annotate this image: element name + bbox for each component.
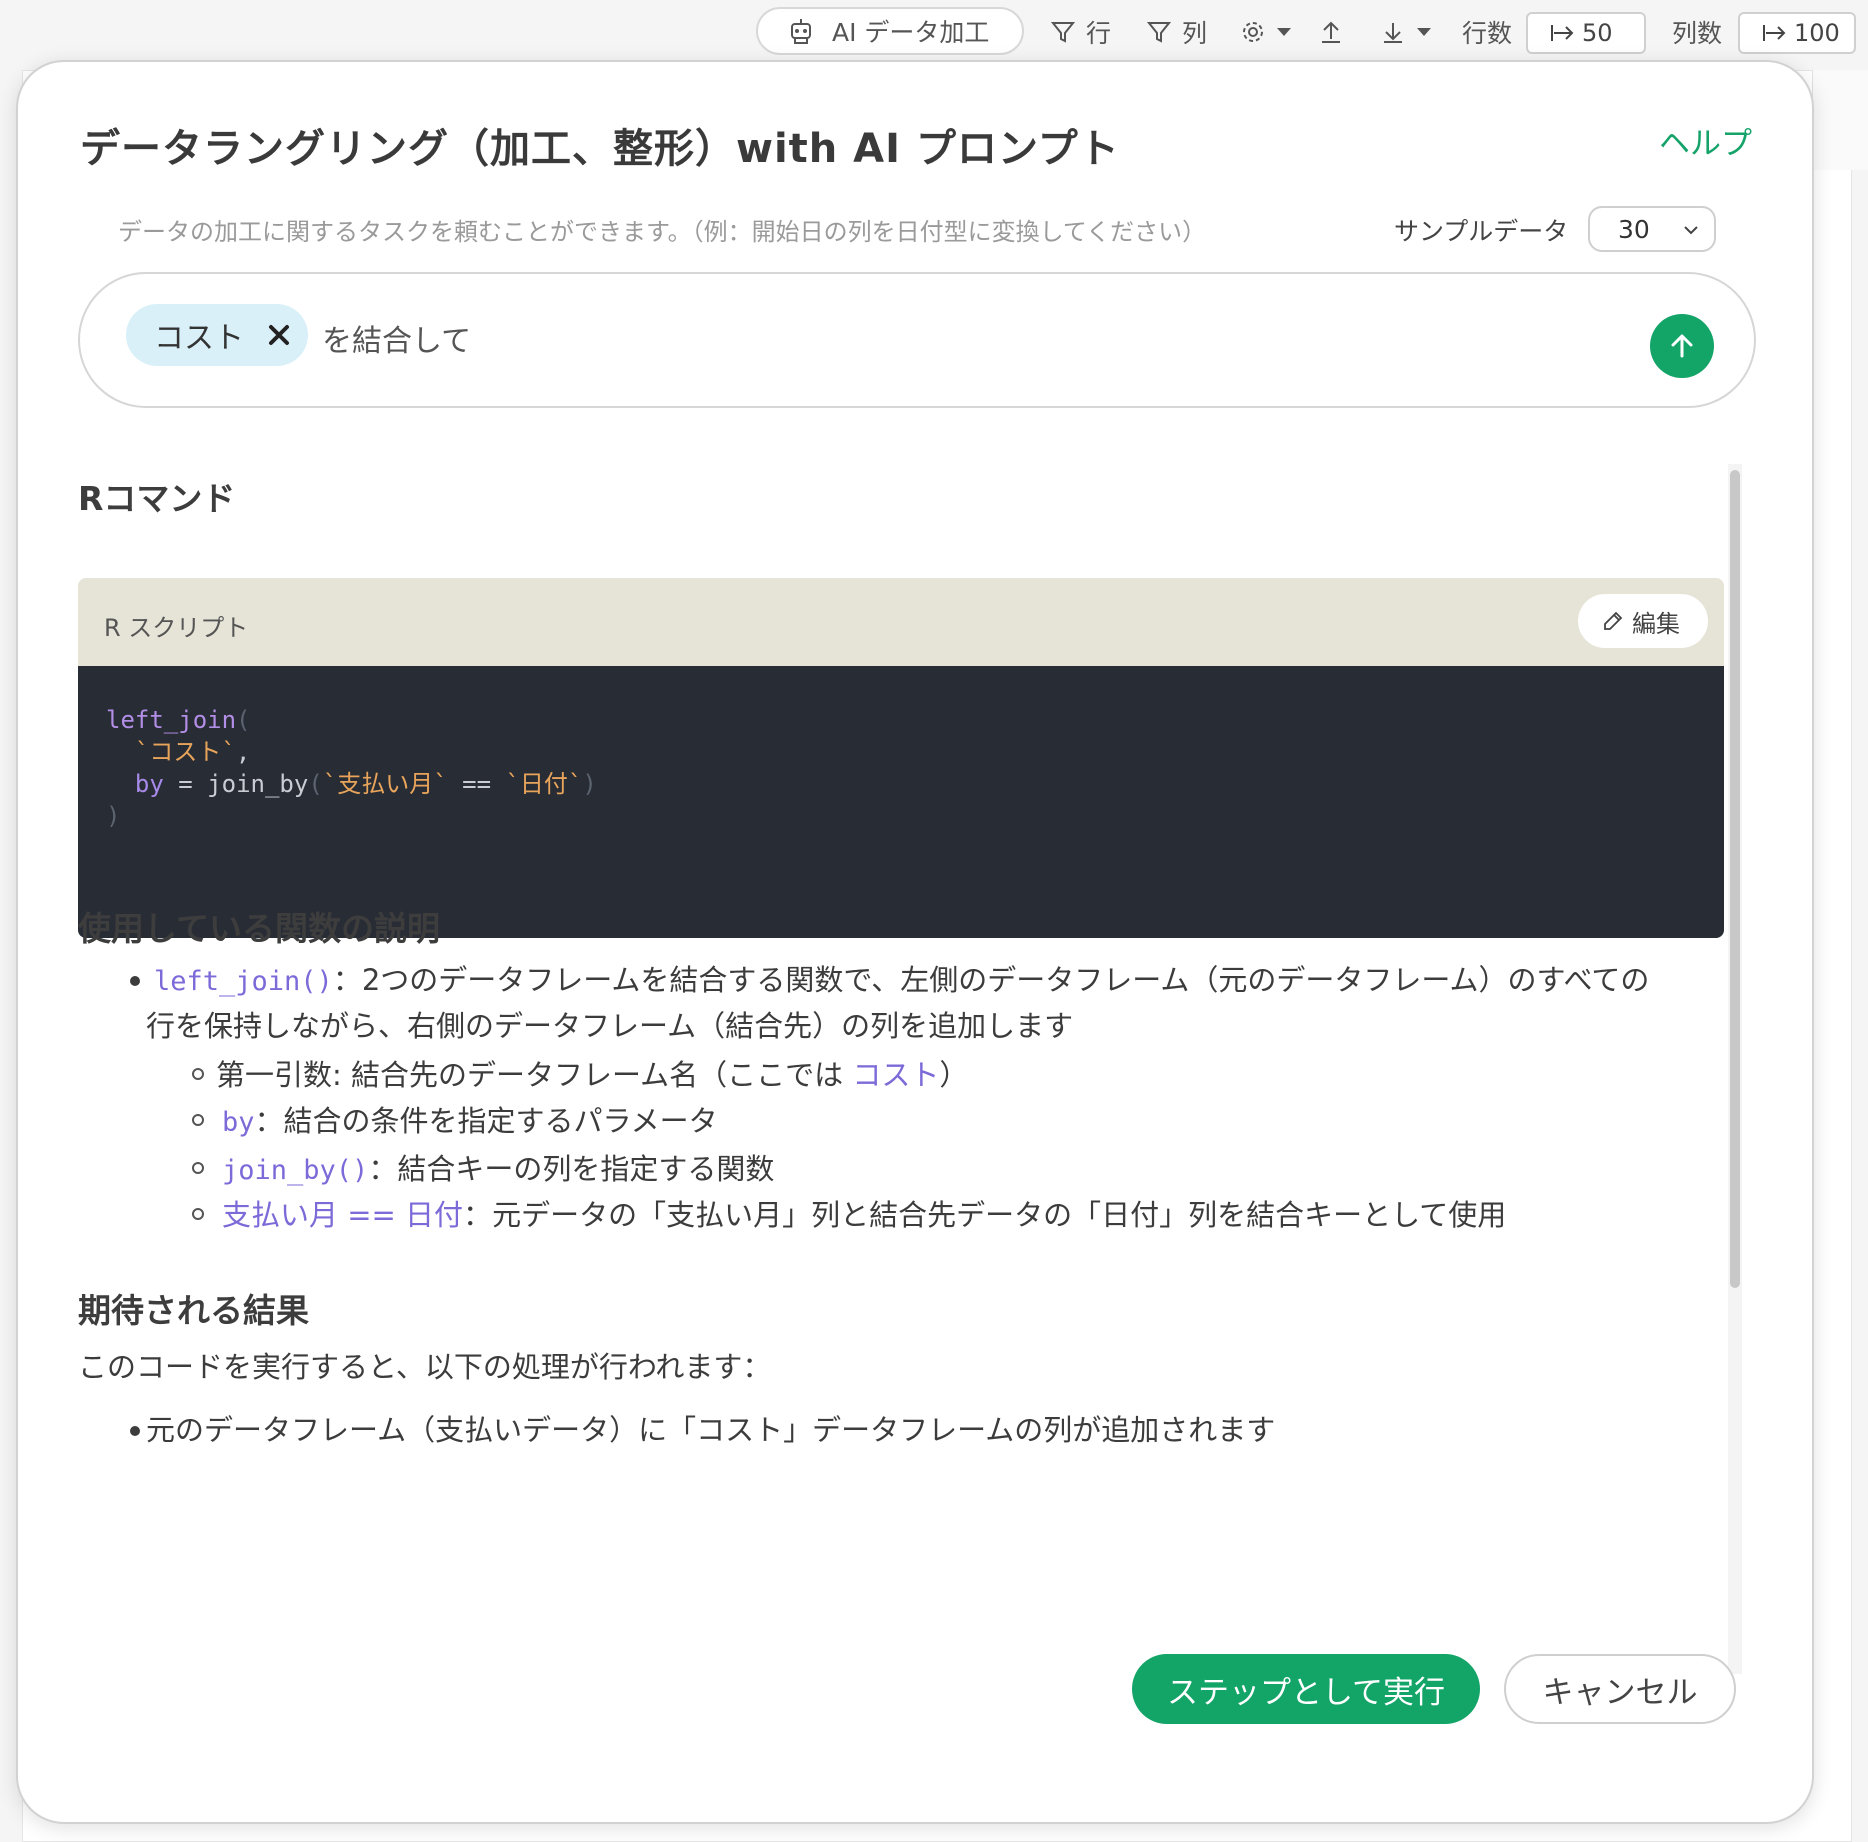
r-code-block[interactable]: left_join( `コスト`, by = join_by(`支払い月` ==… bbox=[78, 666, 1724, 938]
row-count-value: 50 bbox=[1582, 19, 1613, 47]
bullet-dot bbox=[130, 1426, 140, 1436]
response-content: Rコマンド R スクリプト 編集 left_join( `コスト`, by = … bbox=[78, 462, 1740, 1668]
column-filter-label: 列 bbox=[1182, 19, 1208, 48]
left-join-description-cont: 行を保持しながら、右側のデータフレーム（結合先）の列を追加します bbox=[146, 1009, 1074, 1043]
row-count-input[interactable]: 50 bbox=[1526, 12, 1646, 54]
column-filter-button[interactable]: 列 bbox=[1146, 12, 1207, 52]
upload-button[interactable] bbox=[1318, 12, 1354, 52]
ai-prompt-dialog: データラングリング（加工、整形）with AI プロンプト ヘルプ データの加工… bbox=[16, 60, 1814, 1824]
bullet-ring bbox=[192, 1068, 204, 1080]
bullet-ring bbox=[192, 1162, 204, 1174]
content-scrollbar-thumb[interactable] bbox=[1730, 470, 1740, 1288]
ai-button-label: AI データ加工 bbox=[832, 18, 990, 47]
prompt-text[interactable]: を結合して bbox=[322, 316, 471, 360]
run-as-step-button[interactable]: ステップとして実行 bbox=[1132, 1654, 1480, 1724]
filter-icon bbox=[1050, 22, 1076, 43]
caret-down-icon bbox=[1277, 28, 1291, 36]
edit-label: 編集 bbox=[1632, 609, 1680, 638]
help-link[interactable]: ヘルプ bbox=[1659, 118, 1752, 163]
column-count-input[interactable]: 100 bbox=[1738, 12, 1856, 54]
cancel-button[interactable]: キャンセル bbox=[1504, 1654, 1736, 1724]
close-icon[interactable] bbox=[266, 322, 292, 348]
row-count-label: 行数 bbox=[1462, 19, 1513, 48]
download-menu-button[interactable] bbox=[1380, 12, 1442, 52]
caret-down-icon bbox=[1417, 28, 1431, 36]
settings-menu-button[interactable] bbox=[1240, 12, 1302, 52]
join-key-description: 支払い月 == 日付：元データの「支払い月」列と結合先データの「日付」列を結合キ… bbox=[222, 1198, 1507, 1232]
robot-icon bbox=[791, 19, 811, 44]
row-filter-button[interactable]: 行 bbox=[1050, 12, 1111, 52]
column-count-value: 100 bbox=[1794, 19, 1840, 47]
arrow-to-right-icon bbox=[1551, 25, 1574, 41]
filter-icon bbox=[1146, 22, 1172, 43]
r-script-label: R スクリプト bbox=[104, 614, 249, 642]
prompt-hint: データの加工に関するタスクを頼むことができます。（例：開始日の列を日付型に変換し… bbox=[118, 218, 1207, 246]
row-filter-label: 行 bbox=[1086, 19, 1112, 48]
first-argument-description: 第一引数: 結合先のデータフレーム名（ここでは コスト） bbox=[216, 1058, 969, 1092]
edit-icon bbox=[1604, 611, 1623, 630]
gear-icon bbox=[1243, 22, 1263, 42]
sample-data-value: 30 bbox=[1618, 214, 1650, 244]
edit-button[interactable]: 編集 bbox=[1578, 594, 1708, 648]
expected-result-heading: 期待される結果 bbox=[78, 1291, 309, 1330]
expected-result-intro: このコードを実行すると、以下の処理が行われます： bbox=[78, 1350, 772, 1384]
bullet-dot bbox=[130, 976, 140, 986]
arrow-up-icon bbox=[1671, 334, 1693, 358]
r-script-card: R スクリプト 編集 left_join( `コスト`, by = join_b… bbox=[78, 578, 1724, 938]
ai-data-processing-button[interactable]: AI データ加工 bbox=[756, 7, 1024, 55]
bullet-ring bbox=[192, 1208, 204, 1220]
dialog-title: データラングリング（加工、整形）with AI プロンプト bbox=[80, 126, 1120, 172]
chevron-down-icon bbox=[1684, 226, 1698, 235]
dataframe-chip: コスト bbox=[126, 304, 308, 366]
chip-label: コスト bbox=[154, 321, 244, 356]
send-button[interactable] bbox=[1650, 314, 1714, 378]
arrow-to-right-icon bbox=[1763, 25, 1786, 41]
function-description-heading: 使用している関数の説明 bbox=[78, 909, 441, 948]
bullet-ring bbox=[192, 1114, 204, 1126]
expected-result-item: 元のデータフレーム（支払いデータ）に「コスト」データフレームの列が追加されます bbox=[146, 1413, 1276, 1447]
app-toolbar: AI データ加工 行 列 行数 50 列数 100 bbox=[0, 0, 1868, 64]
prompt-input[interactable]: コスト を結合して bbox=[78, 272, 1756, 408]
join-by-description: join_by()：結合キーの列を指定する関数 bbox=[222, 1152, 775, 1186]
background-side-strip bbox=[1812, 70, 1868, 170]
sample-data-label: サンプルデータ bbox=[1394, 217, 1569, 246]
r-command-heading: Rコマンド bbox=[78, 479, 236, 518]
sample-data-select[interactable]: 30 bbox=[1588, 206, 1716, 252]
by-description: by：結合の条件を指定するパラメータ bbox=[222, 1104, 718, 1138]
upload-icon bbox=[1322, 21, 1340, 43]
download-icon bbox=[1384, 23, 1402, 43]
r-script-header: R スクリプト 編集 bbox=[78, 578, 1724, 666]
column-count-label: 列数 bbox=[1672, 19, 1723, 48]
